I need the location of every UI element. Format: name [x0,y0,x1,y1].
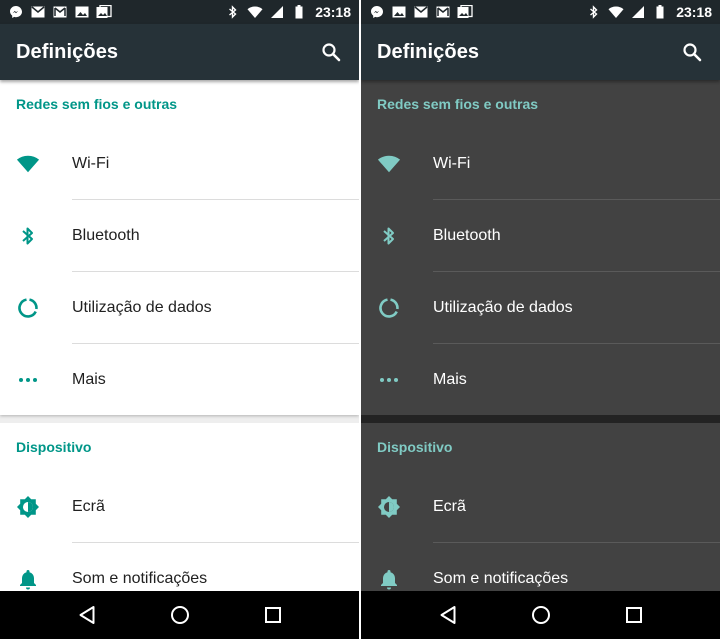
search-icon[interactable] [319,40,343,64]
screens-container: 23:18 Definições Redes sem fios e outras… [0,0,720,639]
wireless-section: Redes sem fios e outras Wi-Fi Bluetooth [361,80,720,415]
search-icon[interactable] [680,40,704,64]
battery-icon [291,4,307,20]
settings-item-label: Utilização de dados [72,299,212,316]
bluetooth-icon [16,224,40,248]
bell-icon [377,567,401,591]
settings-item-label: Som e notificações [72,570,208,587]
messenger-icon [8,4,24,20]
wifi-icon [16,152,40,176]
wireless-section: Redes sem fios e outras Wi-Fi Bluetooth [0,80,359,415]
home-circle-icon[interactable] [521,595,561,635]
notification-icons [8,4,112,20]
email-icon [413,4,429,20]
image-icon [74,4,90,20]
app-bar: Definições [0,24,359,80]
section-header-wireless: Redes sem fios e outras [377,96,539,112]
settings-list: Redes sem fios e outras Wi-Fi Bluetooth [0,80,359,591]
settings-item-label: Bluetooth [433,227,501,244]
settings-item-label: Ecrã [433,498,466,515]
settings-item-sound[interactable]: Som e notificações [361,543,720,591]
app-bar: Definições [361,24,720,80]
settings-item-bluetooth[interactable]: Bluetooth [0,200,359,272]
page-title: Definições [16,40,119,63]
settings-list: Redes sem fios e outras Wi-Fi Bluetooth [361,80,720,591]
gallery-icon [457,4,473,20]
more-horiz-icon [377,368,401,392]
settings-item-data-usage[interactable]: Utilização de dados [0,272,359,344]
data-usage-icon [16,296,40,320]
settings-item-label: Wi-Fi [72,155,110,172]
gmail-icon [435,4,451,20]
back-triangle-icon[interactable] [67,595,107,635]
wifi-status-icon [608,4,624,20]
system-status-icons: 23:18 [225,4,351,20]
settings-item-data-usage[interactable]: Utilização de dados [361,272,720,344]
settings-item-label: Bluetooth [72,227,140,244]
section-header-device: Dispositivo [16,439,92,455]
device-section: Dispositivo Ecrã Som e notificações [361,423,720,591]
status-bar: 23:18 [361,0,720,24]
settings-item-bluetooth[interactable]: Bluetooth [361,200,720,272]
brightness-icon [16,495,40,519]
settings-item-display[interactable]: Ecrã [361,471,720,543]
signal-icon [630,4,646,20]
settings-item-label: Mais [433,371,467,388]
settings-item-label: Mais [72,371,106,388]
dark-theme-screen: 23:18 Definições Redes sem fios e outras… [361,0,720,639]
gmail-icon [52,4,68,20]
settings-item-label: Utilização de dados [433,299,573,316]
data-usage-icon [377,296,401,320]
gallery-icon [96,4,112,20]
wifi-icon [377,152,401,176]
section-header-device: Dispositivo [377,439,453,455]
navigation-bar [361,591,720,639]
notification-icons [369,4,473,20]
settings-item-label: Wi-Fi [433,155,471,172]
brightness-icon [377,495,401,519]
system-status-icons: 23:18 [586,4,712,20]
status-bar: 23:18 [0,0,359,24]
back-triangle-icon[interactable] [428,595,468,635]
signal-icon [269,4,285,20]
recents-square-icon[interactable] [614,595,654,635]
more-horiz-icon [16,368,40,392]
settings-item-more[interactable]: Mais [361,344,720,416]
settings-item-label: Ecrã [72,498,105,515]
settings-item-more[interactable]: Mais [0,344,359,416]
recents-square-icon[interactable] [253,595,293,635]
bluetooth-status-icon [225,4,241,20]
settings-item-sound[interactable]: Som e notificações [0,543,359,591]
image-icon [391,4,407,20]
bell-icon [16,567,40,591]
bluetooth-icon [377,224,401,248]
light-theme-screen: 23:18 Definições Redes sem fios e outras… [0,0,359,639]
settings-item-display[interactable]: Ecrã [0,471,359,543]
bluetooth-status-icon [586,4,602,20]
navigation-bar [0,591,359,639]
email-icon [30,4,46,20]
messenger-icon [369,4,385,20]
status-clock: 23:18 [315,4,351,20]
page-title: Definições [377,40,480,63]
settings-item-wifi[interactable]: Wi-Fi [0,128,359,200]
settings-item-label: Som e notificações [433,570,569,587]
home-circle-icon[interactable] [160,595,200,635]
section-header-wireless: Redes sem fios e outras [16,96,178,112]
wifi-status-icon [247,4,263,20]
battery-icon [652,4,668,20]
device-section: Dispositivo Ecrã Som e notificações [0,423,359,591]
settings-item-wifi[interactable]: Wi-Fi [361,128,720,200]
status-clock: 23:18 [676,4,712,20]
